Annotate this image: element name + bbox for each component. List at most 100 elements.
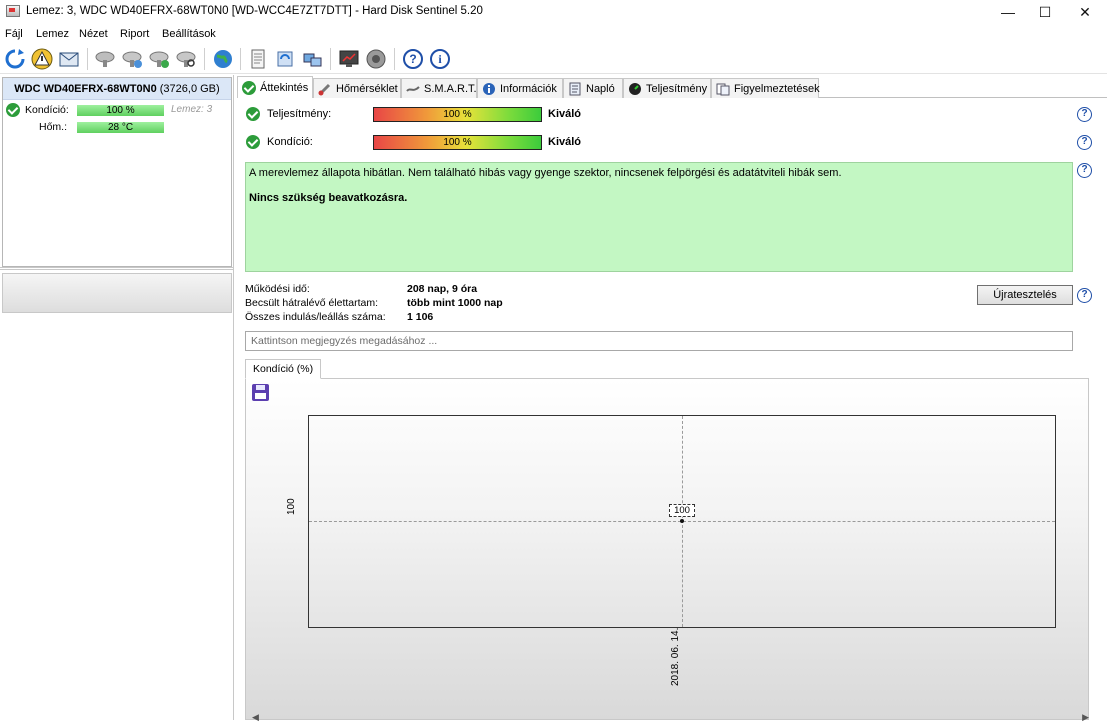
disk-add-icon[interactable] — [120, 47, 144, 71]
menu-view[interactable]: Nézet — [79, 28, 108, 40]
performance-rating: Kiváló — [548, 108, 582, 120]
tab-performance[interactable]: Teljesítmény — [623, 78, 711, 98]
health-label: Kondíció: — [267, 136, 313, 148]
lifetime-label: Becsült hátralévő élettartam: — [245, 297, 379, 309]
toolbar-separator — [240, 48, 241, 70]
close-button[interactable]: ✕ — [1067, 0, 1103, 24]
help-icon[interactable]: ? — [1077, 135, 1092, 150]
ok-check-icon — [246, 107, 260, 121]
speaker-icon[interactable] — [364, 47, 388, 71]
status-action: Nincs szükség beavatkozásra. — [249, 192, 408, 204]
toolbar: ? i — [0, 44, 1107, 74]
help-icon[interactable]: ? — [401, 47, 425, 71]
help-icon[interactable]: ? — [1077, 107, 1092, 122]
menu-bar: Fájl Lemez Nézet Riport Beállítások — [0, 24, 1107, 44]
ok-check-icon — [6, 103, 20, 117]
refresh-icon[interactable] — [3, 47, 27, 71]
status-description: A merevlemez állapota hibátlan. Nem talá… — [245, 162, 1073, 272]
globe-icon[interactable] — [211, 47, 235, 71]
toolbar-separator — [204, 48, 205, 70]
power-on-label: Működési idő: — [245, 283, 310, 295]
scroll-left-icon[interactable]: ◀ — [252, 712, 259, 723]
alert-icon[interactable] — [30, 47, 54, 71]
app-icon — [6, 5, 20, 17]
disk-health-row: Kondíció: 100 % Lemez: 3 — [3, 102, 231, 119]
sync-icon[interactable] — [273, 47, 297, 71]
tab-overview-label: Áttekintés — [260, 82, 309, 94]
info-icon[interactable]: i — [428, 47, 452, 71]
help-icon[interactable]: ? — [1077, 288, 1092, 303]
disk-card[interactable]: WDC WD40EFRX-68WT0N0 (3726,0 GB) Kondíci… — [2, 77, 232, 267]
menu-settings[interactable]: Beállítások — [162, 28, 216, 40]
health-row: Kondíció: 100 % Kiváló — [237, 132, 1097, 152]
performance-icon — [628, 82, 642, 96]
title-bar: Lemez: 3, WDC WD40EFRX-68WT0N0 [WD-WCC4E… — [0, 0, 1107, 24]
menu-disk[interactable]: Lemez — [36, 28, 69, 40]
toolbar-separator — [394, 48, 395, 70]
mail-icon[interactable] — [57, 47, 81, 71]
tab-overview[interactable]: Áttekintés — [237, 76, 313, 99]
disk-temp-row: Hőm.: 28 °C — [3, 119, 231, 136]
minimize-button[interactable]: — — [990, 0, 1026, 24]
disk-number: Lemez: 3 — [171, 104, 213, 115]
status-text: A merevlemez állapota hibátlan. Nem talá… — [249, 167, 842, 179]
secondary-panel — [2, 273, 232, 313]
tab-alerts[interactable]: Figyelmeztetések — [711, 78, 820, 98]
tab-smart-label: S.M.A.R.T. — [424, 82, 477, 95]
startstop-label: Összes indulás/leállás száma: — [245, 311, 386, 323]
lifetime-value: több mint 1000 nap — [407, 297, 503, 309]
disk-list-panel: WDC WD40EFRX-68WT0N0 (3726,0 GB) Kondíci… — [0, 75, 234, 720]
maximize-button[interactable]: ☐ — [1027, 0, 1063, 24]
performance-label: Teljesítmény: — [267, 108, 332, 120]
disk-temp-label: Hőm.: — [39, 121, 68, 133]
help-icon[interactable]: ? — [1077, 163, 1092, 178]
scroll-right-icon[interactable]: ▶ — [1082, 712, 1089, 723]
window-title: Lemez: 3, WDC WD40EFRX-68WT0N0 [WD-WCC4E… — [26, 5, 483, 17]
alerts-icon — [716, 82, 730, 96]
disk-temp-bar: 28 °C — [77, 122, 164, 133]
smart-icon — [406, 82, 420, 96]
plot-area: 100 — [308, 415, 1056, 628]
disk-gray-icon[interactable] — [93, 47, 117, 71]
x-tick-label: 2018. 06. 14. — [670, 627, 681, 686]
panel-splitter[interactable] — [0, 267, 234, 270]
menu-report[interactable]: Riport — [120, 28, 149, 40]
check-icon — [242, 81, 256, 95]
tab-information-label: Információk — [500, 82, 557, 95]
tab-temperature[interactable]: Hőmérséklet — [313, 78, 401, 98]
menu-file[interactable]: Fájl — [5, 28, 23, 40]
toolbar-separator — [87, 48, 88, 70]
document-icon[interactable] — [246, 47, 270, 71]
disk-health-bar: 100 % — [77, 105, 164, 116]
disk-search-icon[interactable] — [174, 47, 198, 71]
health-chart-panel: 100 100 2018. 06. 14. — [245, 378, 1089, 720]
health-bar: 100 % — [373, 135, 542, 150]
thermometer-icon — [318, 82, 332, 96]
reset-button[interactable]: Újratesztelés — [977, 285, 1073, 305]
data-label: 100 — [669, 504, 695, 517]
performance-bar: 100 % — [373, 107, 542, 122]
tab-information[interactable]: Információk — [477, 78, 563, 98]
svg-text:?: ? — [409, 52, 416, 66]
monitor-icon[interactable] — [337, 47, 361, 71]
tab-bar: Áttekintés Hőmérséklet S.M.A.R.T. Inform… — [237, 76, 1107, 99]
network-icon[interactable] — [300, 47, 324, 71]
save-icon[interactable] — [252, 384, 269, 401]
graph-tab-health[interactable]: Kondíció (%) — [245, 359, 321, 379]
note-input[interactable]: Kattintson megjegyzés megadásához ... — [245, 331, 1073, 351]
disk-capacity: (3726,0 GB) — [159, 83, 220, 95]
overview-content: Teljesítmény: 100 % Kiváló ? Kondíció: 1… — [237, 98, 1107, 720]
info-icon — [482, 82, 496, 96]
disk-check-icon[interactable] — [147, 47, 171, 71]
performance-row: Teljesítmény: 100 % Kiváló — [237, 104, 1097, 124]
toolbar-separator — [330, 48, 331, 70]
startstop-value: 1 106 — [407, 311, 434, 323]
tab-log-label: Napló — [586, 82, 615, 95]
tab-temperature-label: Hőmérséklet — [336, 82, 398, 95]
power-on-value: 208 nap, 9 óra — [407, 283, 478, 295]
tab-smart[interactable]: S.M.A.R.T. — [401, 78, 477, 98]
tab-performance-label: Teljesítmény — [646, 82, 708, 95]
disk-header: WDC WD40EFRX-68WT0N0 (3726,0 GB) — [3, 78, 231, 100]
horizontal-scrollbar[interactable]: ◀ ▶ — [248, 712, 1093, 723]
tab-log[interactable]: Napló — [563, 78, 623, 98]
